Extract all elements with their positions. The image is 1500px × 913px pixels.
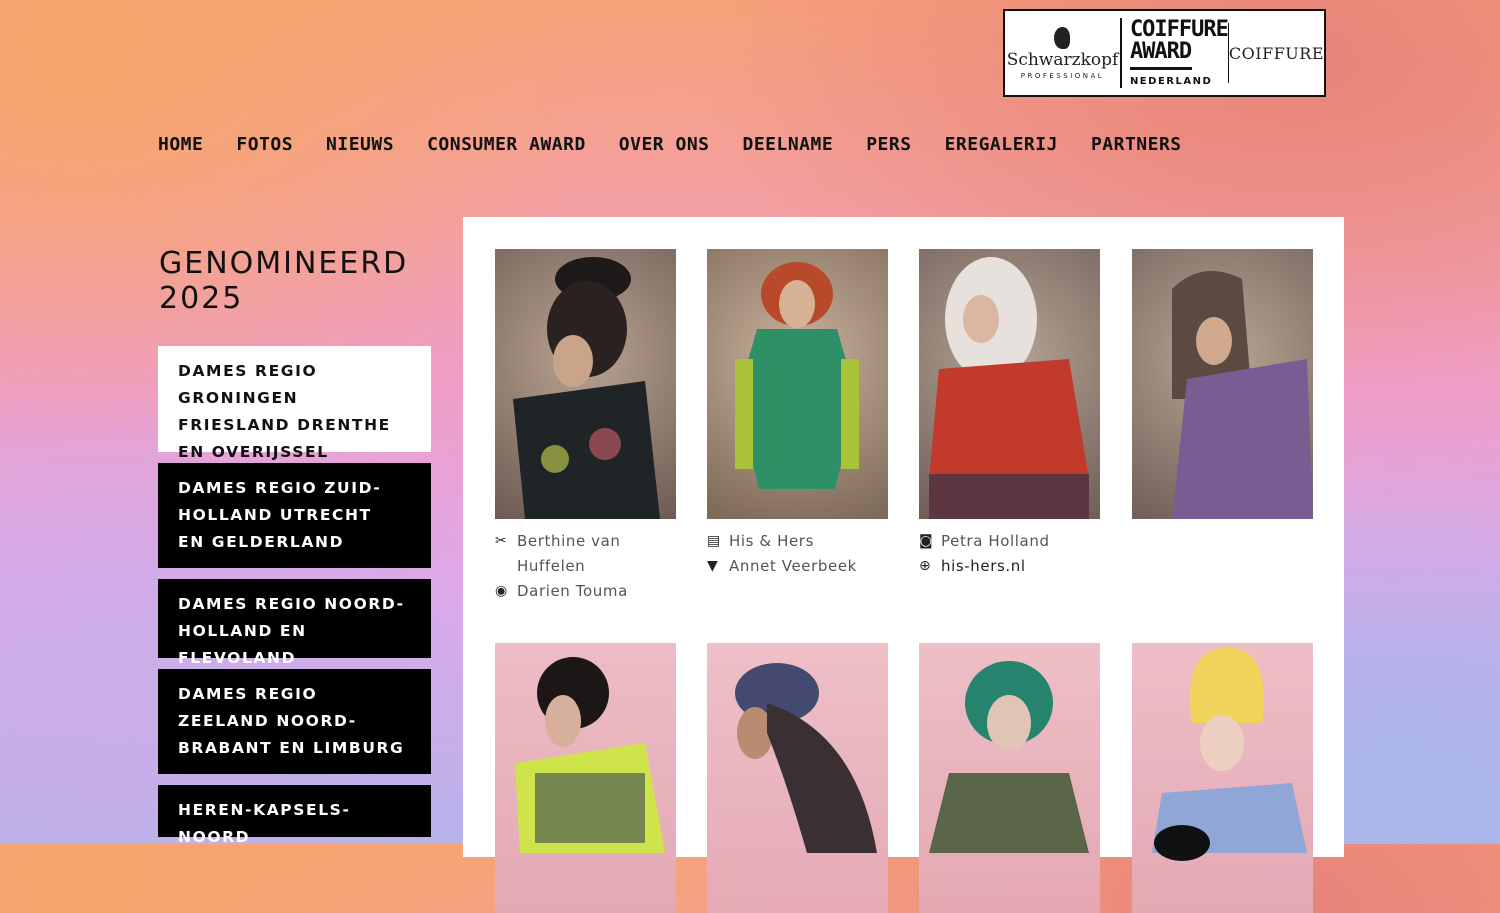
model-figure — [929, 661, 1089, 853]
nav-consumer-award[interactable]: CONSUMER AWARD — [427, 133, 586, 157]
gallery-card — [1132, 643, 1313, 913]
gallery-card: ✂ Berthine van Huffelen ◉ Darien Touma — [495, 249, 676, 604]
award-bar — [1129, 67, 1192, 70]
brand-subtitle: PROFESSIONAL — [1020, 71, 1105, 80]
sidebar-item-zeeland[interactable]: DAMES REGIO ZEELAND NOORD-BRABANT EN LIM… — [158, 669, 431, 774]
gallery-photo[interactable] — [495, 643, 676, 913]
gallery-card — [495, 643, 676, 913]
gallery-photo[interactable] — [919, 643, 1100, 913]
gallery-card — [707, 643, 888, 913]
gallery-card — [1132, 249, 1313, 519]
model-figure — [513, 257, 660, 519]
gallery-photo[interactable] — [707, 643, 888, 913]
brand-name: Schwarzkopf — [1006, 49, 1119, 70]
gallery-panel: ✂ Berthine van Huffelen ◉ Darien Touma ▤ Hi… — [463, 217, 1344, 913]
photo-credits: ✂ Berthine van Huffelen ◉ Darien Touma — [495, 529, 676, 604]
website-link[interactable]: his-hers.nl — [941, 554, 1026, 579]
gallery-photo[interactable] — [1132, 249, 1313, 519]
nav-eregalerij[interactable]: EREGALERIJ — [945, 133, 1058, 157]
silhouette-icon — [1054, 26, 1071, 49]
nav-over-ons[interactable]: OVER ONS — [619, 133, 710, 157]
nav-partners[interactable]: PARTNERS — [1091, 133, 1182, 157]
eye-icon: ◉ — [495, 583, 508, 599]
sidebar-item-heren-noord[interactable]: HEREN-KAPSELS-NOORD — [158, 785, 431, 846]
globe-icon: ⊕ — [919, 558, 932, 574]
tshirt-icon: ▼ — [707, 558, 719, 574]
model-figure — [735, 663, 877, 853]
camera-icon: ◙ — [919, 533, 934, 549]
site-logo[interactable]: Schwarzkopf PROFESSIONAL COIFFURE AWARD … — [1003, 9, 1326, 97]
page-title-line-1: GENOMINEERD — [159, 246, 409, 281]
salon-name: His & Hers — [729, 532, 814, 550]
page-title-year: 2025 — [159, 281, 244, 316]
model-figure — [1172, 271, 1313, 519]
schwarzkopf-logo: Schwarzkopf PROFESSIONAL — [1005, 26, 1120, 80]
main-nav: HOME FOTOS NIEUWS CONSUMER AWARD OVER ON… — [158, 133, 1215, 157]
nav-nieuws[interactable]: NIEUWS — [326, 133, 394, 157]
makeup-name: Darien Touma — [517, 582, 628, 600]
photo-credits: ▤ His & Hers ▼ Annet Veerbeek — [707, 529, 888, 579]
scissors-icon: ✂ — [495, 533, 508, 549]
model-figure — [735, 262, 859, 489]
award-line-1: COIFFURE — [1129, 17, 1229, 42]
coiffure-logo: COIFFURE — [1228, 43, 1324, 63]
model-figure — [1152, 647, 1307, 861]
sidebar-item-groningen[interactable]: DAMES REGIO GRONINGEN FRIESLAND DRENTHE … — [158, 346, 431, 461]
award-line-3: NEDERLAND — [1129, 76, 1213, 87]
gallery-photo[interactable] — [707, 249, 888, 519]
nav-pers[interactable]: PERS — [866, 133, 911, 157]
styling-name: Annet Veerbeek — [729, 557, 857, 575]
photographer-name: Petra Holland — [941, 532, 1050, 550]
nav-home[interactable]: HOME — [158, 133, 203, 157]
gallery-card: ◙ Petra Holland ⊕ his-hers.nl — [919, 249, 1100, 579]
award-logo: COIFFURE AWARD NEDERLAND — [1122, 17, 1229, 87]
sidebar-item-noord-holland[interactable]: DAMES REGIO NOORD-HOLLAND EN FLEVOLAND — [158, 579, 431, 667]
model-figure — [515, 657, 665, 853]
gallery-photo[interactable] — [1132, 643, 1313, 913]
gallery-photo[interactable] — [919, 249, 1100, 519]
award-line-2: AWARD — [1129, 39, 1192, 64]
gallery-card — [919, 643, 1100, 913]
gallery-photo[interactable] — [495, 249, 676, 519]
sidebar-item-zuid-holland[interactable]: DAMES REGIO ZUID-HOLLAND UTRECHT EN GELD… — [158, 463, 431, 568]
photo-credits: ◙ Petra Holland ⊕ his-hers.nl — [919, 529, 1100, 579]
gallery-card: ▤ His & Hers ▼ Annet Veerbeek — [707, 249, 888, 579]
nav-deelname[interactable]: DEELNAME — [743, 133, 834, 157]
store-icon: ▤ — [707, 533, 721, 549]
nav-fotos[interactable]: FOTOS — [236, 133, 293, 157]
page-title: GENOMINEERD 2025 — [159, 246, 408, 316]
model-figure — [929, 257, 1089, 519]
stylist-name: Berthine van Huffelen — [517, 532, 621, 575]
